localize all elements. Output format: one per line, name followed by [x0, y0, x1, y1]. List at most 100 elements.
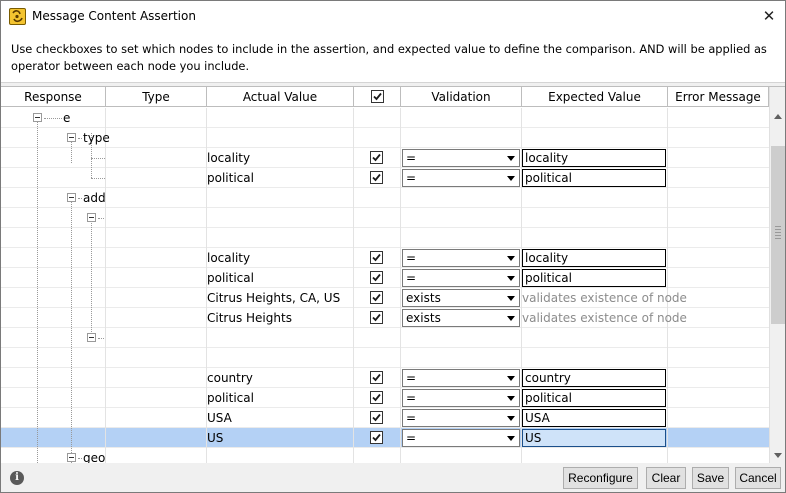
close-icon[interactable]: ✕	[753, 1, 785, 32]
validation-select[interactable]: exists	[402, 309, 520, 327]
chevron-down-icon[interactable]	[507, 296, 515, 301]
select-all-checkbox[interactable]	[371, 90, 384, 103]
actual-value-cell: Citrus Heights	[207, 311, 292, 325]
include-checkbox[interactable]	[370, 151, 383, 164]
table-row[interactable]	[1, 348, 769, 368]
include-checkbox[interactable]	[370, 391, 383, 404]
actual-value-cell: USA	[207, 411, 232, 425]
table-row[interactable]: locality = locality	[1, 248, 769, 268]
column-header-validation[interactable]: Validation	[401, 87, 522, 107]
table-row[interactable]	[1, 108, 769, 128]
include-checkbox[interactable]	[370, 291, 383, 304]
clear-button[interactable]: Clear	[646, 467, 686, 489]
chevron-down-icon[interactable]	[507, 156, 515, 161]
collapse-toggle-e[interactable]	[33, 113, 42, 122]
table-row[interactable]	[1, 228, 769, 248]
validation-select-value: =	[406, 151, 417, 165]
table-row[interactable]	[1, 208, 769, 228]
table-row[interactable]: Citrus Heights, CA, US exists validates ex…	[1, 288, 769, 308]
include-checkbox[interactable]	[370, 311, 383, 324]
tree-node-add[interactable]: add	[83, 188, 106, 208]
expected-value-input[interactable]: country	[522, 369, 666, 387]
tree-connector	[91, 158, 105, 159]
scroll-down-arrow-icon[interactable]	[770, 447, 785, 463]
footer-bar: i Reconfigure Clear Save Cancel	[1, 463, 785, 492]
collapse-toggle-item-1[interactable]	[87, 213, 96, 222]
column-separator	[1, 108, 668, 128]
table-row[interactable]: political = political	[1, 168, 769, 188]
table-row[interactable]	[1, 188, 769, 208]
chevron-down-icon[interactable]	[507, 416, 515, 421]
include-checkbox[interactable]	[370, 171, 383, 184]
tree-node-geo[interactable]: geo	[83, 448, 105, 463]
column-header-error-message[interactable]: Error Message	[668, 87, 769, 107]
table-row[interactable]: Citrus Heights exists validates existence …	[1, 308, 769, 328]
validation-select[interactable]: =	[402, 269, 520, 287]
chevron-down-icon[interactable]	[507, 316, 515, 321]
chevron-down-icon[interactable]	[507, 376, 515, 381]
chevron-down-icon[interactable]	[507, 176, 515, 181]
include-checkbox[interactable]	[370, 251, 383, 264]
actual-value-cell: country	[207, 371, 253, 385]
chevron-down-icon[interactable]	[507, 396, 515, 401]
validation-select-value: =	[406, 431, 417, 445]
cancel-button[interactable]: Cancel	[735, 467, 781, 489]
vertical-scrollbar[interactable]	[769, 87, 785, 463]
table-row[interactable]	[1, 448, 769, 463]
table-row[interactable]: US = US	[1, 428, 769, 448]
validation-select[interactable]: =	[402, 369, 520, 387]
expected-value-input[interactable]: political	[522, 169, 666, 187]
column-separator	[1, 348, 668, 368]
tree-node-e[interactable]: e	[63, 108, 70, 128]
validation-select-value: =	[406, 411, 417, 425]
expected-value-input[interactable]: US	[522, 429, 666, 447]
table-row[interactable]: political = political	[1, 268, 769, 288]
column-header-response[interactable]: Response	[1, 87, 106, 107]
table-row[interactable]	[1, 128, 769, 148]
validation-select[interactable]: exists	[402, 289, 520, 307]
include-checkbox[interactable]	[370, 411, 383, 424]
table-row[interactable]: USA = USA	[1, 408, 769, 428]
actual-value-cell: political	[207, 391, 254, 405]
include-checkbox[interactable]	[370, 431, 383, 444]
info-icon[interactable]: i	[10, 471, 24, 485]
table-row[interactable]: locality = locality	[1, 148, 769, 168]
scroll-up-arrow-icon[interactable]	[770, 108, 785, 125]
chevron-down-icon[interactable]	[507, 256, 515, 261]
chevron-down-icon[interactable]	[507, 276, 515, 281]
include-checkbox[interactable]	[370, 271, 383, 284]
validation-select[interactable]: =	[402, 429, 520, 447]
expected-value-input[interactable]: political	[522, 269, 666, 287]
expected-value-input[interactable]: USA	[522, 409, 666, 427]
column-header-include[interactable]	[354, 87, 401, 107]
validation-select[interactable]: =	[402, 149, 520, 167]
collapse-toggle-item-2[interactable]	[87, 333, 96, 342]
collapse-toggle-add[interactable]	[67, 193, 76, 202]
tree-connector	[98, 338, 104, 339]
tree-guide-line	[91, 213, 92, 338]
collapse-toggle-type[interactable]	[67, 133, 76, 142]
validation-select[interactable]: =	[402, 389, 520, 407]
column-header-expected-value[interactable]: Expected Value	[522, 87, 668, 107]
tree-connector	[78, 458, 82, 459]
table-row[interactable]: country = country	[1, 368, 769, 388]
column-header-actual-value[interactable]: Actual Value	[207, 87, 354, 107]
tree-node-type[interactable]: type	[83, 128, 110, 148]
table-row[interactable]	[1, 328, 769, 348]
reconfigure-button[interactable]: Reconfigure	[563, 467, 638, 489]
expected-value-input[interactable]: locality	[522, 249, 666, 267]
actual-value-cell: US	[207, 431, 224, 445]
collapse-toggle-geo[interactable]	[67, 453, 76, 462]
include-checkbox[interactable]	[370, 371, 383, 384]
scroll-thumb[interactable]	[771, 146, 785, 324]
save-button[interactable]: Save	[692, 467, 729, 489]
tree-guide-line	[37, 113, 38, 463]
validation-select[interactable]: =	[402, 409, 520, 427]
validation-select[interactable]: =	[402, 169, 520, 187]
chevron-down-icon[interactable]	[507, 436, 515, 441]
expected-value-input[interactable]: locality	[522, 149, 666, 167]
expected-value-input[interactable]: political	[522, 389, 666, 407]
table-row[interactable]: political = political	[1, 388, 769, 408]
validation-select[interactable]: =	[402, 249, 520, 267]
column-header-type[interactable]: Type	[106, 87, 207, 107]
